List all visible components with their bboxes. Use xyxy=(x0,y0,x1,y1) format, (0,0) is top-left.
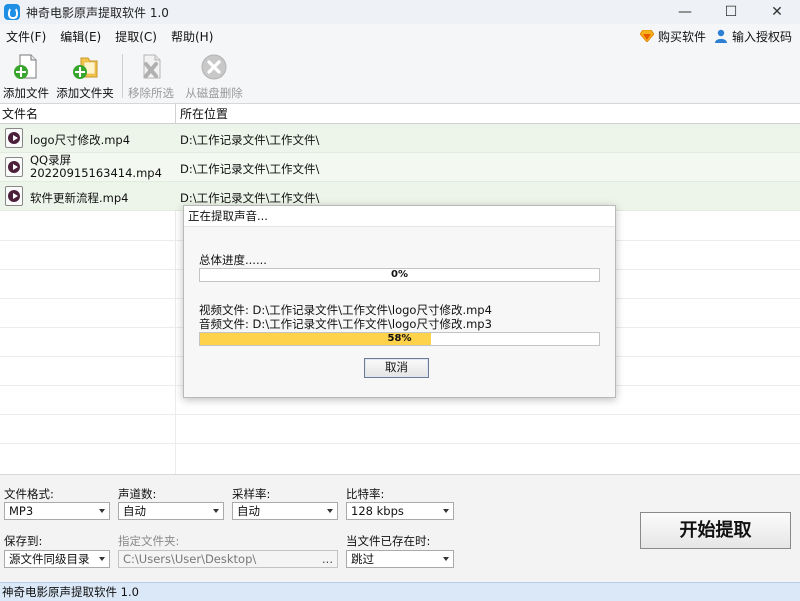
window-controls: — ☐ ✕ xyxy=(662,0,800,24)
add-file-label: 添加文件 xyxy=(3,86,49,100)
menu-edit[interactable]: 编辑(E) xyxy=(60,28,101,45)
folder-path-field[interactable]: C:\Users\User\Desktop\ ... xyxy=(118,550,338,568)
file-name: logo尺寸修改.mp4 xyxy=(30,133,131,147)
file-exists-label: 当文件已存在时: xyxy=(346,534,431,548)
browse-folder-button[interactable]: ... xyxy=(322,551,333,567)
format-value: MP3 xyxy=(9,504,34,518)
format-select[interactable]: MP3 xyxy=(4,502,110,520)
enter-license-label: 输入授权码 xyxy=(731,29,792,44)
bitrate-value: 128 kbps xyxy=(351,504,404,518)
audio-file-text: 音频文件: D:\工作记录文件\工作文件\logo尺寸修改.mp3 xyxy=(199,317,492,331)
grid-line xyxy=(0,443,800,444)
folder-path-value: C:\Users\User\Desktop\ xyxy=(123,552,257,566)
menu-bar: 文件(F) 编辑(E) 提取(C) 帮助(H) 购买软件 输入授权码 xyxy=(0,24,800,48)
overall-progress-text: 0% xyxy=(391,269,408,280)
chevron-down-icon xyxy=(443,509,449,513)
save-to-label: 保存到: xyxy=(4,534,43,548)
file-exists-value: 跳过 xyxy=(351,552,374,566)
chevron-down-icon xyxy=(213,509,219,513)
format-label: 文件格式: xyxy=(4,487,54,501)
chevron-down-icon xyxy=(99,557,105,561)
file-list-header: 文件名 所在位置 xyxy=(0,104,800,124)
window-title: 神奇电影原声提取软件 1.0 xyxy=(26,5,169,20)
samplerate-value: 自动 xyxy=(237,504,260,518)
maximize-button[interactable]: ☐ xyxy=(708,0,754,24)
add-folder-button[interactable]: 添加文件夹 xyxy=(52,48,118,104)
grid-line xyxy=(0,414,800,415)
bitrate-label: 比特率: xyxy=(346,487,385,501)
chevron-down-icon xyxy=(327,509,333,513)
folder-label: 指定文件夹: xyxy=(118,534,180,548)
menu-right-actions: 购买软件 输入授权码 xyxy=(639,24,800,48)
extract-progress-dialog: 正在提取声音... 总体进度...... 0% 视频文件: D:\工作记录文件\… xyxy=(183,205,616,398)
file-path: D:\工作记录文件\工作文件\ xyxy=(180,133,320,147)
table-row[interactable]: logo尺寸修改.mp4 D:\工作记录文件\工作文件\ xyxy=(0,124,800,153)
cancel-button[interactable]: 取消 xyxy=(364,358,429,378)
minimize-button[interactable]: — xyxy=(662,0,708,24)
menu-help[interactable]: 帮助(H) xyxy=(171,28,213,45)
save-to-select[interactable]: 源文件同级目录 xyxy=(4,550,110,568)
channels-label: 声道数: xyxy=(118,487,157,501)
user-icon xyxy=(714,29,727,43)
video-file-icon xyxy=(5,128,23,148)
file-exists-select[interactable]: 跳过 xyxy=(346,550,454,568)
chevron-down-icon xyxy=(443,557,449,561)
channels-select[interactable]: 自动 xyxy=(118,502,224,520)
settings-panel: 文件格式: MP3 声道数: 自动 采样率: 自动 比特率: 128 kbps … xyxy=(0,474,800,582)
remove-selected-label: 移除所选 xyxy=(128,86,174,100)
video-file-icon xyxy=(5,157,23,177)
delete-circle-icon xyxy=(201,54,227,80)
status-bar: 神奇电影原声提取软件 1.0 xyxy=(0,582,800,601)
diamond-icon xyxy=(639,30,654,42)
enter-license-link[interactable]: 输入授权码 xyxy=(714,28,792,45)
file-name: 软件更新流程.mp4 xyxy=(30,191,129,205)
chevron-down-icon xyxy=(99,509,105,513)
samplerate-label: 采样率: xyxy=(232,487,271,501)
buy-software-link[interactable]: 购买软件 xyxy=(639,28,706,45)
file-path: D:\工作记录文件\工作文件\ xyxy=(180,191,320,205)
file-progress-text: 58% xyxy=(387,333,412,344)
file-name: QQ录屏 20220915163414.mp4 xyxy=(30,154,162,180)
toolbar: 添加文件 添加文件夹 移除所选 从磁盘删除 xyxy=(0,48,800,104)
menu-extract[interactable]: 提取(C) xyxy=(115,28,157,45)
column-header-filename[interactable]: 文件名 xyxy=(0,104,176,124)
app-logo-icon xyxy=(4,4,20,20)
close-button[interactable]: ✕ xyxy=(754,0,800,24)
add-folder-label: 添加文件夹 xyxy=(56,86,114,100)
video-file-icon xyxy=(5,186,23,206)
add-file-button[interactable]: 添加文件 xyxy=(0,48,52,104)
bitrate-select[interactable]: 128 kbps xyxy=(346,502,454,520)
overall-progress-bar: 0% xyxy=(199,268,600,282)
overall-progress-label: 总体进度...... xyxy=(199,253,267,267)
add-folder-icon xyxy=(73,57,98,79)
remove-selected-button[interactable]: 移除所选 xyxy=(123,48,179,104)
delete-from-disk-label: 从磁盘删除 xyxy=(185,86,243,100)
add-file-icon xyxy=(14,54,37,79)
file-name-line1: QQ录屏 xyxy=(30,153,72,167)
column-header-location[interactable]: 所在位置 xyxy=(176,104,800,124)
title-bar: 神奇电影原声提取软件 1.0 — ☐ ✕ xyxy=(0,0,800,24)
file-path: D:\工作记录文件\工作文件\ xyxy=(180,162,320,176)
table-row[interactable]: QQ录屏 20220915163414.mp4 D:\工作记录文件\工作文件\ xyxy=(0,153,800,182)
buy-software-label: 购买软件 xyxy=(657,29,706,44)
start-extract-button[interactable]: 开始提取 xyxy=(640,512,791,549)
file-name-line2: 20220915163414.mp4 xyxy=(30,166,162,180)
remove-file-icon xyxy=(143,54,161,79)
channels-value: 自动 xyxy=(123,504,146,518)
save-to-value: 源文件同级目录 xyxy=(9,552,90,566)
samplerate-select[interactable]: 自动 xyxy=(232,502,338,520)
menu-file[interactable]: 文件(F) xyxy=(6,28,46,45)
delete-from-disk-button[interactable]: 从磁盘删除 xyxy=(179,48,249,104)
file-progress-bar: 58% xyxy=(199,332,600,346)
dialog-title: 正在提取声音... xyxy=(184,206,615,227)
